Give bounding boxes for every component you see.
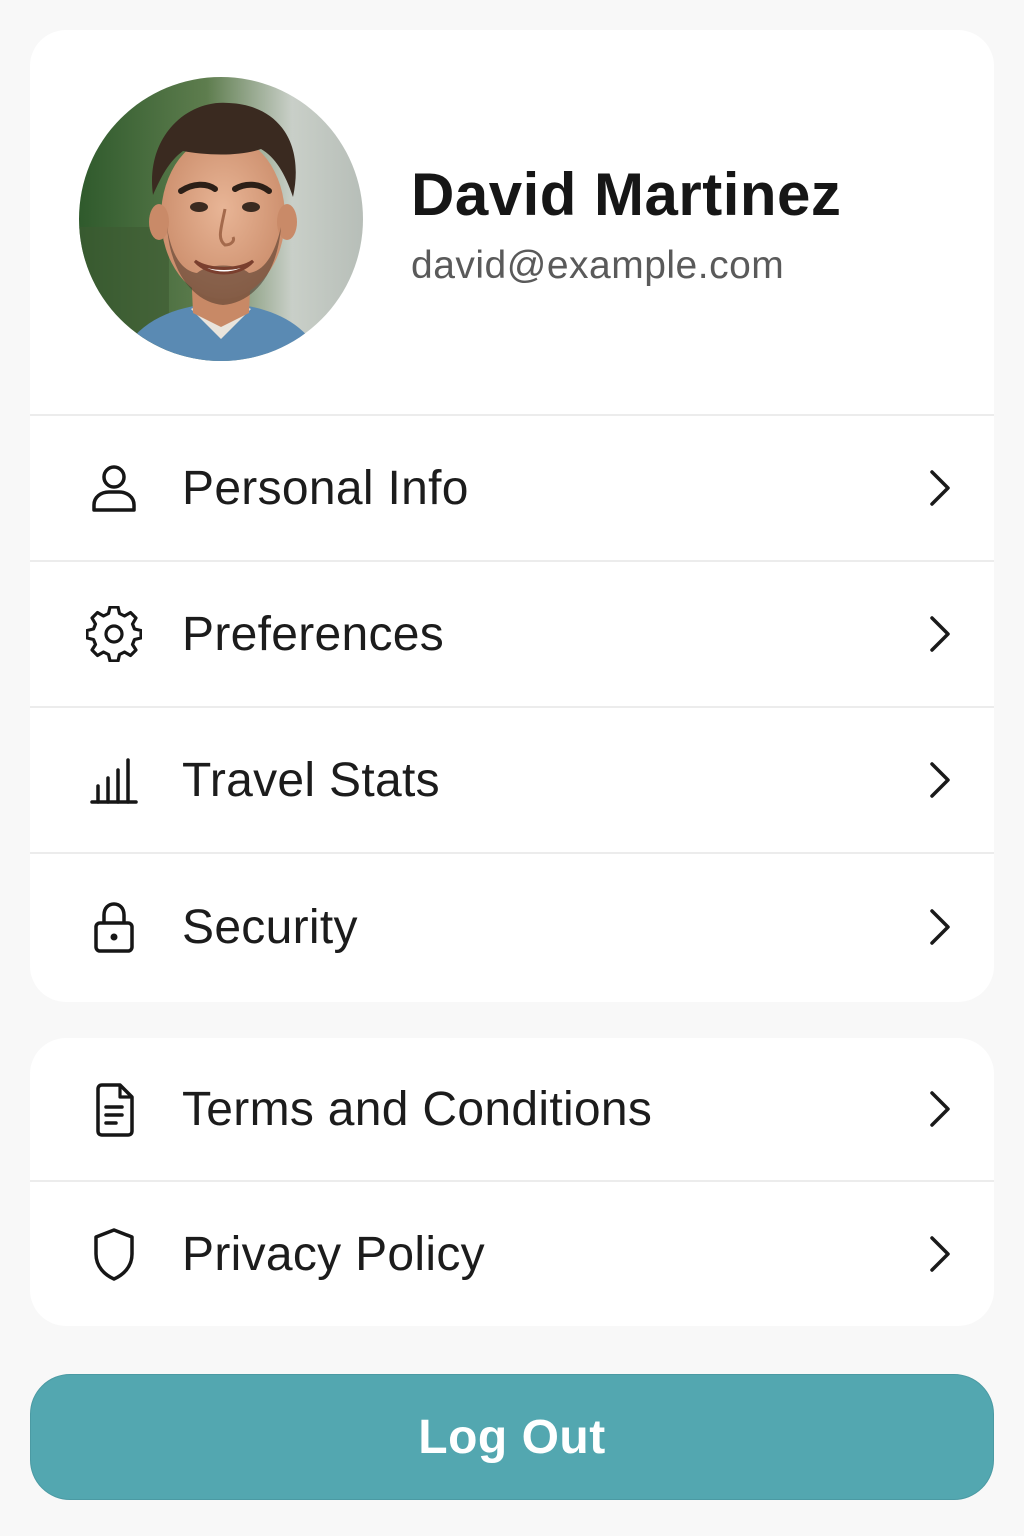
menu-item-personal-info[interactable]: Personal Info: [30, 416, 994, 562]
avatar[interactable]: [79, 77, 363, 361]
chevron-right-icon: [924, 1089, 954, 1129]
shield-icon: [86, 1226, 142, 1282]
chevron-right-icon: [924, 760, 954, 800]
profile-card: David Martinez david@example.com Persona…: [30, 30, 994, 1002]
menu-item-terms-and-conditions[interactable]: Terms and Conditions: [30, 1038, 994, 1182]
bar-chart-icon: [86, 752, 142, 808]
menu-item-security[interactable]: Security: [30, 854, 994, 1000]
chevron-right-icon: [924, 468, 954, 508]
chevron-right-icon: [924, 1234, 954, 1274]
menu-item-label: Personal Info: [182, 461, 469, 515]
lock-icon: [86, 899, 142, 955]
legal-card: Terms and Conditions Privacy Policy: [30, 1038, 994, 1326]
document-icon: [86, 1081, 142, 1137]
menu-item-label: Security: [182, 900, 358, 954]
chevron-right-icon: [924, 614, 954, 654]
gear-icon: [86, 606, 142, 662]
menu-item-label: Terms and Conditions: [182, 1082, 653, 1136]
user-icon: [86, 460, 142, 516]
chevron-right-icon: [924, 907, 954, 947]
menu-item-label: Travel Stats: [182, 753, 440, 807]
menu-item-privacy-policy[interactable]: Privacy Policy: [30, 1182, 994, 1326]
profile-name: David Martinez: [411, 161, 842, 228]
menu-item-label: Preferences: [182, 607, 445, 661]
avatar-photo: [79, 77, 363, 361]
menu-item-travel-stats[interactable]: Travel Stats: [30, 708, 994, 854]
menu-item-preferences[interactable]: Preferences: [30, 562, 994, 708]
profile-email: david@example.com: [411, 244, 785, 287]
logout-label: Log Out: [418, 1410, 606, 1464]
menu-item-label: Privacy Policy: [182, 1227, 485, 1281]
logout-button[interactable]: Log Out: [30, 1374, 994, 1500]
profile-header: David Martinez david@example.com: [30, 30, 994, 416]
profile-screen: David Martinez david@example.com Persona…: [0, 0, 1024, 1536]
